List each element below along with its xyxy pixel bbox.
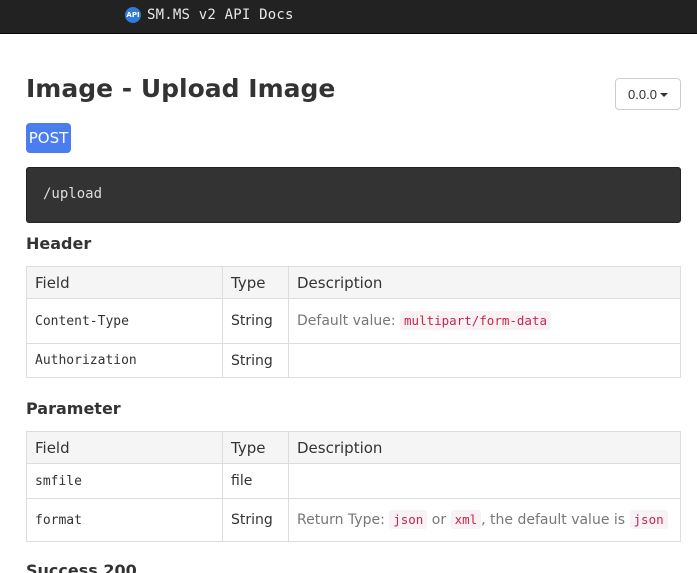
- column-header-field: Field: [26, 431, 223, 464]
- parameter-section-title: Parameter: [26, 399, 121, 418]
- caret-down-icon: [659, 93, 668, 97]
- success-section-title: Success 200: [26, 561, 137, 573]
- description-text: Return Type:: [297, 512, 385, 528]
- column-header-description: Description: [288, 431, 681, 464]
- table-header-row: Field Type Description: [26, 431, 681, 464]
- code-value: xml: [450, 510, 482, 529]
- description-cell: Return Type: json or xml, the default va…: [288, 498, 681, 542]
- description-text: Default value:: [297, 313, 396, 329]
- version-label: 0.0.0: [628, 86, 657, 102]
- brand-link[interactable]: API SM.MS v2 API Docs: [125, 6, 294, 24]
- top-navbar: API SM.MS v2 API Docs: [0, 0, 697, 34]
- column-header-type: Type: [222, 431, 289, 464]
- brand-title: SM.MS v2 API Docs: [147, 7, 294, 23]
- field-cell: Authorization: [26, 343, 223, 378]
- code-value: json: [389, 510, 428, 529]
- table-row: format String Return Type: json or xml, …: [26, 498, 681, 542]
- table-header-row: Field Type Description: [26, 266, 681, 299]
- table-row: Authorization String: [26, 343, 681, 378]
- field-cell: format: [26, 498, 223, 542]
- type-cell: String: [222, 298, 289, 344]
- code-value: json: [629, 510, 668, 529]
- description-cell: [288, 463, 681, 499]
- header-table: Field Type Description Content-Type Stri…: [26, 266, 681, 378]
- header-section-title: Header: [26, 234, 92, 253]
- endpoint-path: /upload: [43, 186, 103, 202]
- code-value: multipart/form-data: [400, 311, 552, 330]
- page-title: Image - Upload Image: [26, 74, 336, 103]
- column-header-field: Field: [26, 266, 223, 299]
- description-cell: [288, 343, 681, 378]
- table-row: smfile file: [26, 463, 681, 499]
- parameter-table: Field Type Description smfile file forma…: [26, 431, 681, 542]
- field-cell: Content-Type: [26, 298, 223, 344]
- type-cell: file: [222, 463, 289, 499]
- endpoint-block: /upload: [26, 167, 681, 223]
- description-text: , the default value is: [481, 512, 626, 528]
- description-cell: Default value: multipart/form-data: [288, 298, 681, 344]
- api-icon: API: [125, 7, 141, 23]
- field-cell: smfile: [26, 463, 223, 499]
- type-cell: String: [222, 343, 289, 378]
- column-header-type: Type: [222, 266, 289, 299]
- method-badge: POST: [26, 123, 71, 153]
- description-text: or: [431, 512, 447, 528]
- table-row: Content-Type String Default value: multi…: [26, 298, 681, 344]
- version-dropdown[interactable]: 0.0.0: [615, 78, 681, 110]
- type-cell: String: [222, 498, 289, 542]
- column-header-description: Description: [288, 266, 681, 299]
